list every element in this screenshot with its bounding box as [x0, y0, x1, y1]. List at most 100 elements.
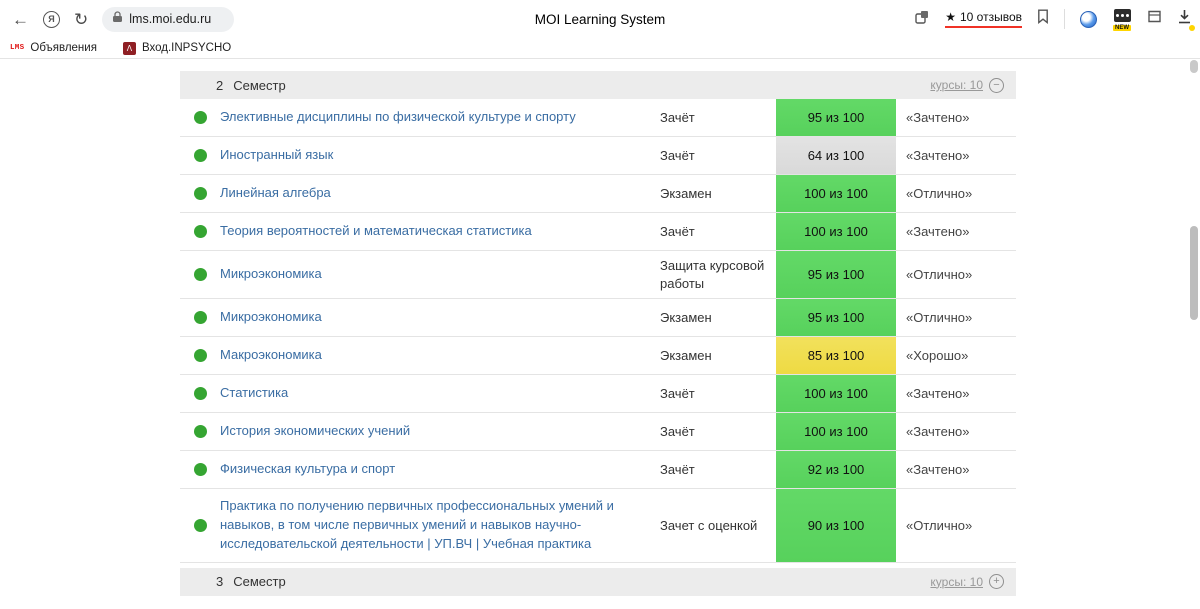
status-dot-icon — [194, 149, 207, 162]
assessment-type: Зачет с оценкой — [660, 511, 776, 541]
course-link[interactable]: История экономических учений — [220, 414, 660, 449]
lms-favicon: LMS — [10, 44, 24, 52]
assessment-type: Зачёт — [660, 455, 776, 485]
table-row: Практика по получению первичных професси… — [180, 489, 1016, 563]
table-row: Микроэкономика Экзамен 95 из 100 «Отличн… — [180, 299, 1016, 337]
score-badge: 85 из 100 — [776, 337, 896, 374]
grade-text: «Зачтено» — [896, 148, 1016, 163]
reviews-count: 10 отзывов — [960, 10, 1022, 24]
course-link[interactable]: Статистика — [220, 376, 660, 411]
grade-text: «Отлично» — [896, 310, 1016, 325]
assessment-type: Зачёт — [660, 141, 776, 171]
status-dot-icon — [194, 311, 207, 324]
table-row: Макроэкономика Экзамен 85 из 100 «Хорошо… — [180, 337, 1016, 375]
scrollbar-top-stub[interactable] — [1190, 60, 1198, 73]
chrome-right-icons: ★ 10 отзывов NEW — [914, 0, 1192, 38]
table-row: Иностранный язык Зачёт 64 из 100 «Зачтен… — [180, 137, 1016, 175]
assessment-type: Зачёт — [660, 379, 776, 409]
assessment-type: Экзамен — [660, 341, 776, 371]
browser-chrome: ← Я ↻ lms.moi.edu.ru MOI Learning System… — [0, 0, 1200, 38]
collapse-icon[interactable]: − — [989, 78, 1004, 93]
bookmark-item-announcements[interactable]: LMS Объявления — [10, 42, 97, 54]
table-row: Линейная алгебра Экзамен 100 из 100 «Отл… — [180, 175, 1016, 213]
course-table-body: Элективные дисциплины по физической куль… — [180, 99, 1016, 563]
semester-3-header: 3 Семестр курсы: 10 + — [180, 568, 1016, 596]
grade-text: «Зачтено» — [896, 462, 1016, 477]
page-content: 2 Семестр курсы: 10 − Элективные дисципл… — [0, 59, 1200, 609]
assessment-type: Зачёт — [660, 103, 776, 133]
url-text: lms.moi.edu.ru — [129, 12, 211, 26]
assessment-type: Зачёт — [660, 217, 776, 247]
course-link[interactable]: Теория вероятностей и математическая ста… — [220, 214, 660, 249]
score-badge: 90 из 100 — [776, 489, 896, 562]
expand-icon[interactable]: + — [989, 574, 1004, 589]
extension-icon[interactable] — [914, 9, 930, 30]
status-dot-icon — [194, 111, 207, 124]
grade-text: «Хорошо» — [896, 348, 1016, 363]
grade-text: «Зачтено» — [896, 424, 1016, 439]
assessment-type: Экзамен — [660, 179, 776, 209]
inpsycho-favicon: Λ — [123, 42, 136, 55]
reviews-rating[interactable]: ★ 10 отзывов — [945, 10, 1022, 28]
grade-text: «Отлично» — [896, 267, 1016, 282]
refresh-icon[interactable]: ↻ — [74, 11, 88, 28]
score-badge: 92 из 100 — [776, 451, 896, 488]
grade-text: «Зачтено» — [896, 110, 1016, 125]
course-link[interactable]: Микроэкономика — [220, 257, 660, 292]
table-row: Статистика Зачёт 100 из 100 «Зачтено» — [180, 375, 1016, 413]
status-dot-icon — [194, 225, 207, 238]
status-dot-icon — [194, 268, 207, 281]
table-row: Микроэкономика Защита курсовой работы 95… — [180, 251, 1016, 299]
grade-text: «Зачтено» — [896, 224, 1016, 239]
bookmark-icon[interactable] — [1037, 9, 1049, 29]
new-feature-icon[interactable]: NEW — [1112, 9, 1132, 29]
lock-icon — [112, 10, 123, 28]
course-link[interactable]: Практика по получению первичных професси… — [220, 489, 660, 562]
scrollbar-thumb[interactable] — [1190, 226, 1198, 320]
grade-text: «Отлично» — [896, 186, 1016, 201]
score-badge: 100 из 100 — [776, 213, 896, 250]
assessment-type: Зачёт — [660, 417, 776, 447]
score-badge: 100 из 100 — [776, 413, 896, 450]
score-badge: 95 из 100 — [776, 99, 896, 136]
score-badge: 95 из 100 — [776, 251, 896, 298]
bookmark-item-inpsycho[interactable]: Λ Вход.INPSYCHO — [123, 42, 231, 55]
score-badge: 100 из 100 — [776, 175, 896, 212]
table-row: Теория вероятностей и математическая ста… — [180, 213, 1016, 251]
browser-globe-icon[interactable] — [1080, 11, 1097, 28]
bookmarks-bar: LMS Объявления Λ Вход.INPSYCHO — [0, 38, 1200, 59]
semester-2-header: 2 Семестр курсы: 10 − — [180, 71, 1016, 99]
score-badge: 64 из 100 — [776, 137, 896, 174]
new-badge: NEW — [1113, 25, 1131, 31]
downloads-icon[interactable] — [1177, 9, 1192, 30]
table-row: История экономических учений Зачёт 100 и… — [180, 413, 1016, 451]
course-link[interactable]: Линейная алгебра — [220, 176, 660, 211]
score-badge: 100 из 100 — [776, 375, 896, 412]
course-link[interactable]: Макроэкономика — [220, 338, 660, 373]
status-dot-icon — [194, 387, 207, 400]
address-bar[interactable]: lms.moi.edu.ru — [102, 7, 234, 32]
assessment-type: Экзамен — [660, 303, 776, 333]
course-link[interactable]: Элективные дисциплины по физической куль… — [220, 100, 660, 135]
grade-text: «Отлично» — [896, 518, 1016, 533]
back-icon[interactable]: ← — [12, 11, 29, 28]
collections-icon[interactable] — [1147, 9, 1162, 29]
assessment-type: Защита курсовой работы — [660, 251, 776, 298]
semester-2-courses-link[interactable]: курсы: 10 — [930, 78, 983, 92]
download-status-dot — [1189, 25, 1195, 31]
status-dot-icon — [194, 187, 207, 200]
course-table: 2 Семестр курсы: 10 − Элективные дисципл… — [180, 71, 1016, 596]
toolbar-divider — [1064, 9, 1065, 29]
status-dot-icon — [194, 463, 207, 476]
course-link[interactable]: Микроэкономика — [220, 300, 660, 335]
yandex-profile-icon[interactable]: Я — [43, 11, 60, 28]
table-row: Физическая культура и спорт Зачёт 92 из … — [180, 451, 1016, 489]
status-dot-icon — [194, 519, 207, 532]
course-link[interactable]: Иностранный язык — [220, 138, 660, 173]
score-badge: 95 из 100 — [776, 299, 896, 336]
course-link[interactable]: Физическая культура и спорт — [220, 452, 660, 487]
semester-3-courses-link[interactable]: курсы: 10 — [930, 575, 983, 589]
grade-text: «Зачтено» — [896, 386, 1016, 401]
table-row: Элективные дисциплины по физической куль… — [180, 99, 1016, 137]
star-icon: ★ — [945, 10, 956, 24]
